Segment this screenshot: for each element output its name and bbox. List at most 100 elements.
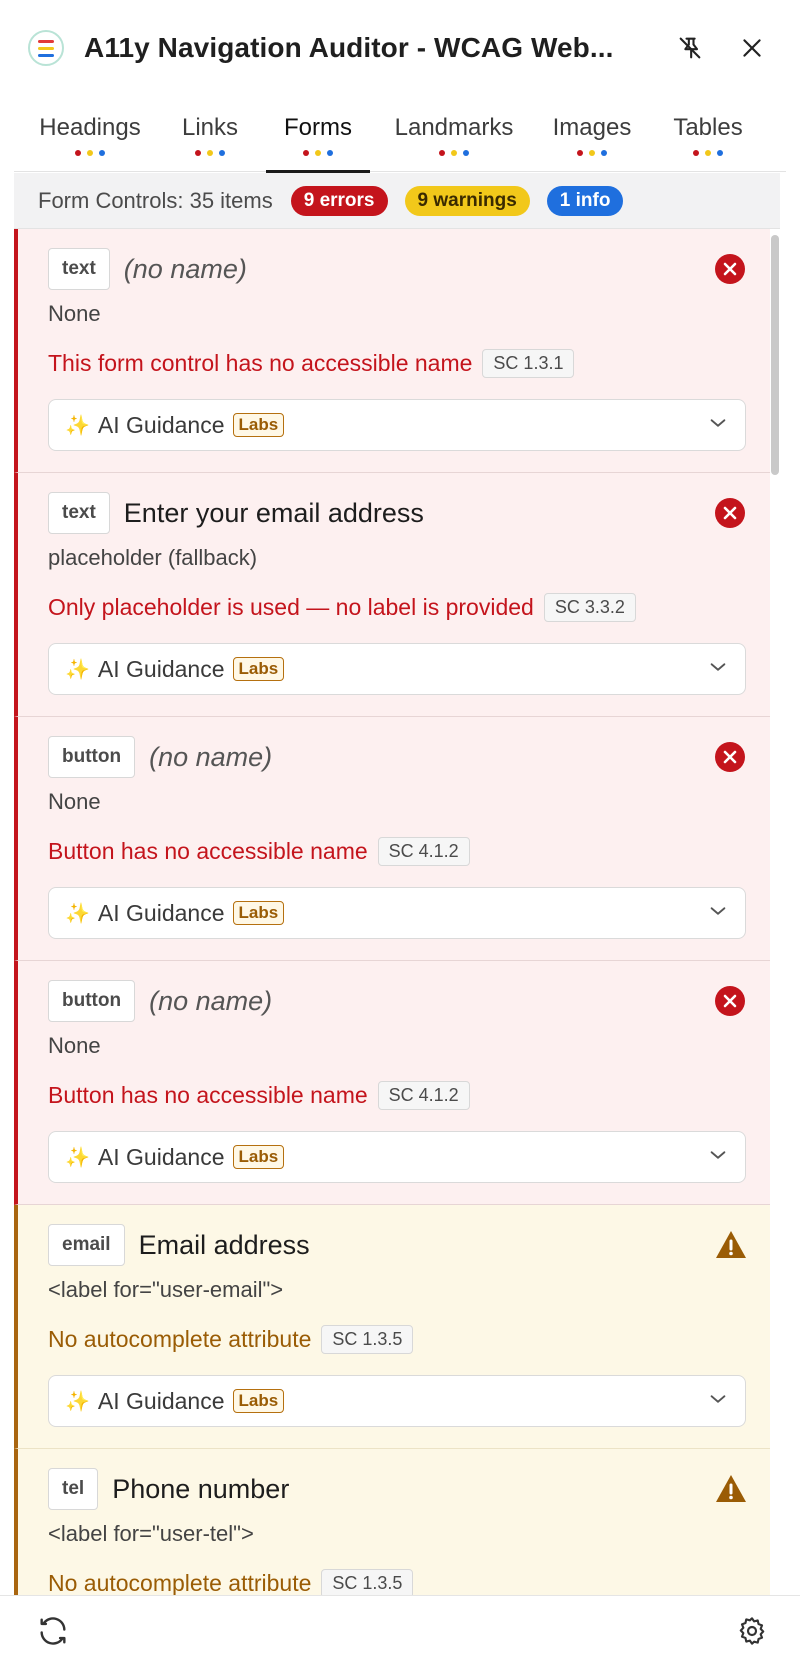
chevron-down-icon xyxy=(707,1388,729,1415)
window-title: A11y Navigation Auditor - WCAG Web... xyxy=(84,32,614,63)
chevron-down-icon xyxy=(707,1144,729,1171)
issue-message: Button has no accessible name xyxy=(48,1081,368,1108)
tab-bar: Headings Links Forms Landmarks Images Ta… xyxy=(14,96,786,173)
form-control-item[interactable]: tel Phone number <label for="user-tel"> … xyxy=(14,1449,770,1595)
control-type-tag: text xyxy=(48,248,110,290)
refresh-icon[interactable] xyxy=(36,1614,70,1653)
pin-off-icon[interactable] xyxy=(670,28,710,68)
scrollbar-thumb[interactable] xyxy=(771,235,779,475)
form-control-item[interactable]: text (no name) None This form control ha… xyxy=(14,229,770,473)
settings-icon[interactable] xyxy=(736,1615,768,1652)
scrollbar[interactable] xyxy=(770,229,780,1595)
success-criterion-tag[interactable]: SC 1.3.1 xyxy=(482,348,575,378)
error-count-badge[interactable]: 9 errors xyxy=(290,185,388,216)
status-dots xyxy=(439,150,469,156)
issue-message: No autocomplete attribute xyxy=(48,1569,312,1596)
status-dots xyxy=(75,150,105,156)
sparkle-icon: ✨ xyxy=(65,902,90,925)
summary-count: Form Controls: 35 items xyxy=(38,187,273,213)
ai-guidance-label: AI Guidance xyxy=(97,1387,225,1414)
issue-message: This form control has no accessible name xyxy=(48,349,473,376)
form-control-item[interactable]: button (no name) None Button has no acce… xyxy=(14,717,770,961)
ai-guidance-toggle[interactable]: ✨ AI Guidance Labs xyxy=(48,399,746,451)
issue-message: No autocomplete attribute xyxy=(48,1325,312,1352)
sparkle-icon: ✨ xyxy=(65,1146,90,1169)
control-type-tag: email xyxy=(48,1224,125,1266)
info-count-badge[interactable]: 1 info xyxy=(546,185,624,216)
control-type-tag: text xyxy=(48,492,110,534)
error-icon xyxy=(714,253,746,285)
sparkle-icon: ✨ xyxy=(65,658,90,681)
tab-headings[interactable]: Headings xyxy=(14,96,166,172)
status-dots xyxy=(693,150,723,156)
sparkle-icon: ✨ xyxy=(65,414,90,437)
success-criterion-tag[interactable]: SC 4.1.2 xyxy=(377,1080,470,1110)
status-dots xyxy=(577,150,607,156)
success-criterion-tag[interactable]: SC 4.1.2 xyxy=(377,836,470,866)
title-bar: A11y Navigation Auditor - WCAG Web... xyxy=(0,0,800,96)
ai-guidance-label: AI Guidance xyxy=(97,655,225,682)
control-type-tag: tel xyxy=(48,1468,99,1510)
sparkle-icon: ✨ xyxy=(65,1390,90,1413)
error-icon xyxy=(714,985,746,1017)
ai-guidance-label: AI Guidance xyxy=(97,1143,225,1170)
labs-badge: Labs xyxy=(232,413,285,437)
tab-label: Links xyxy=(181,114,239,141)
ai-guidance-toggle[interactable]: ✨ AI Guidance Labs xyxy=(48,643,746,695)
warning-icon xyxy=(714,1229,746,1261)
warning-count-badge[interactable]: 9 warnings xyxy=(404,185,530,216)
status-dots xyxy=(303,150,333,156)
accessible-name: (no name) xyxy=(123,253,247,284)
issue-message: Only placeholder is used — no label is p… xyxy=(48,593,534,620)
name-source: None xyxy=(48,1033,101,1058)
tab-label: Forms xyxy=(284,114,352,141)
tab-label: Headings xyxy=(39,114,141,141)
labs-badge: Labs xyxy=(232,901,285,925)
tab-label: Landmarks xyxy=(394,114,514,141)
form-control-item[interactable]: text Enter your email address placeholde… xyxy=(14,473,770,717)
name-source: <label for="user-tel"> xyxy=(48,1521,254,1546)
ai-guidance-toggle[interactable]: ✨ AI Guidance Labs xyxy=(48,1375,746,1427)
form-control-item[interactable]: email Email address <label for="user-ema… xyxy=(14,1205,770,1449)
form-control-item[interactable]: button (no name) None Button has no acce… xyxy=(14,961,770,1205)
error-icon xyxy=(714,741,746,773)
name-source: placeholder (fallback) xyxy=(48,545,258,570)
ai-guidance-label: AI Guidance xyxy=(97,411,225,438)
footer-toolbar xyxy=(0,1595,800,1670)
name-source: None xyxy=(48,301,101,326)
chevron-down-icon xyxy=(707,656,729,683)
accessible-name: Enter your email address xyxy=(123,497,424,528)
control-type-tag: button xyxy=(48,736,136,778)
ai-guidance-label: AI Guidance xyxy=(97,899,225,926)
labs-badge: Labs xyxy=(232,1389,285,1413)
issue-message: Button has no accessible name xyxy=(48,837,368,864)
labs-badge: Labs xyxy=(232,1145,285,1169)
name-source: None xyxy=(48,789,101,814)
tab-label: Images xyxy=(552,114,632,141)
close-icon[interactable] xyxy=(732,28,772,68)
accessible-name: Email address xyxy=(138,1229,310,1260)
tab-forms[interactable]: Forms xyxy=(266,96,370,173)
form-controls-list: text (no name) None This form control ha… xyxy=(14,229,780,1595)
summary-bar: Form Controls: 35 items 9 errors 9 warni… xyxy=(14,173,780,229)
success-criterion-tag[interactable]: SC 1.3.5 xyxy=(321,1324,414,1354)
warning-icon xyxy=(714,1473,746,1505)
app-logo-icon xyxy=(28,30,64,66)
name-source: <label for="user-email"> xyxy=(48,1277,284,1302)
chevron-down-icon xyxy=(707,900,729,927)
tab-label: Tables xyxy=(673,114,743,141)
success-criterion-tag[interactable]: SC 1.3.5 xyxy=(321,1568,414,1595)
control-type-tag: button xyxy=(48,980,136,1022)
tab-links[interactable]: Links xyxy=(166,96,254,172)
accessible-name: Phone number xyxy=(112,1473,290,1504)
tab-images[interactable]: Images xyxy=(532,96,652,172)
accessible-name: (no name) xyxy=(149,741,273,772)
error-icon xyxy=(714,497,746,529)
accessible-name: (no name) xyxy=(149,985,273,1016)
tab-landmarks[interactable]: Landmarks xyxy=(376,96,532,172)
tab-tables[interactable]: Tables xyxy=(656,96,760,172)
labs-badge: Labs xyxy=(232,657,285,681)
success-criterion-tag[interactable]: SC 3.3.2 xyxy=(543,592,636,622)
ai-guidance-toggle[interactable]: ✨ AI Guidance Labs xyxy=(48,887,746,939)
ai-guidance-toggle[interactable]: ✨ AI Guidance Labs xyxy=(48,1131,746,1183)
